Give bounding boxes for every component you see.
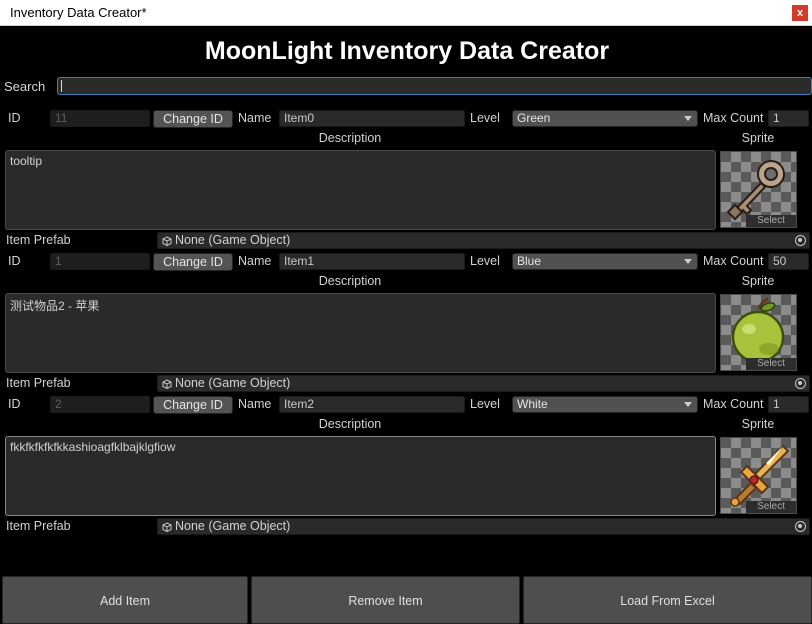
sprite-select-button[interactable]: Select <box>746 358 796 370</box>
item-prefab-field[interactable]: None (Game Object) <box>157 232 810 249</box>
max-count-label: Max Count <box>703 254 764 268</box>
level-dropdown[interactable]: Green <box>512 110 698 127</box>
level-value: Green <box>517 111 551 125</box>
level-dropdown[interactable]: Blue <box>512 253 698 270</box>
load-from-excel-button[interactable]: Load From Excel <box>523 576 812 624</box>
item-prefab-value: None (Game Object) <box>175 519 291 533</box>
item-prefab-field[interactable]: None (Game Object) <box>157 375 810 392</box>
level-label: Level <box>470 111 500 125</box>
level-label: Level <box>470 254 500 268</box>
title-bar: Inventory Data Creator* x <box>0 0 812 26</box>
sprite-select-button[interactable]: Select <box>746 501 796 513</box>
chevron-down-icon <box>684 402 692 407</box>
description-heading: Description <box>318 417 382 431</box>
description-textarea[interactable]: fkkfkfkfkfkkashioagfklbajklgfiow <box>5 436 716 516</box>
sprite-slot[interactable]: Select <box>720 437 797 514</box>
id-label: ID <box>8 397 21 411</box>
name-label: Name <box>238 397 272 411</box>
cube-icon <box>162 236 172 246</box>
id-label: ID <box>8 254 21 268</box>
max-count-label: Max Count <box>703 111 764 125</box>
level-dropdown[interactable]: White <box>512 396 698 413</box>
sprite-slot[interactable]: Select <box>720 294 797 371</box>
sprite-heading: Sprite <box>741 417 775 431</box>
object-picker-icon[interactable] <box>795 521 806 532</box>
description-heading: Description <box>318 274 382 288</box>
close-button[interactable]: x <box>792 5 808 21</box>
cube-icon <box>162 379 172 389</box>
level-label: Level <box>470 397 500 411</box>
max-count-field[interactable]: 1 <box>768 110 809 127</box>
id-field: 1 <box>50 253 150 270</box>
description-heading: Description <box>318 131 382 145</box>
sprite-select-button[interactable]: Select <box>746 215 796 227</box>
sprite-heading: Sprite <box>741 131 775 145</box>
name-field[interactable]: Item2 <box>279 396 465 413</box>
change-id-button[interactable]: Change ID <box>153 253 233 271</box>
item-entry: ID 1 Change ID Name Item1 Level Blue Max… <box>2 251 812 394</box>
level-value: Blue <box>517 254 542 268</box>
change-id-button[interactable]: Change ID <box>153 396 233 414</box>
chevron-down-icon <box>684 116 692 121</box>
search-input[interactable] <box>57 77 812 95</box>
item-prefab-label: Item Prefab <box>6 233 71 247</box>
name-field[interactable]: Item1 <box>279 253 465 270</box>
max-count-field[interactable]: 50 <box>768 253 809 270</box>
item-prefab-label: Item Prefab <box>6 376 71 390</box>
item-prefab-field[interactable]: None (Game Object) <box>157 518 810 535</box>
page-title: MoonLight Inventory Data Creator <box>204 37 610 65</box>
change-id-button[interactable]: Change ID <box>153 110 233 128</box>
item-entry: ID 2 Change ID Name Item2 Level White Ma… <box>2 394 812 537</box>
text-caret <box>61 80 62 92</box>
remove-item-button[interactable]: Remove Item <box>251 576 520 624</box>
name-label: Name <box>238 111 272 125</box>
chevron-down-icon <box>684 259 692 264</box>
name-label: Name <box>238 254 272 268</box>
level-value: White <box>517 397 548 411</box>
item-entry: ID 11 Change ID Name Item0 Level Green M… <box>2 108 812 251</box>
description-textarea[interactable]: tooltip <box>5 150 716 230</box>
object-picker-icon[interactable] <box>795 235 806 246</box>
item-prefab-value: None (Game Object) <box>175 376 291 390</box>
footer-toolbar: Add Item Remove Item Load From Excel <box>2 576 812 624</box>
search-label: Search <box>4 79 46 94</box>
object-picker-icon[interactable] <box>795 378 806 389</box>
window-title: Inventory Data Creator* <box>10 5 147 20</box>
id-field: 11 <box>50 110 150 127</box>
app-panel: MoonLight Inventory Data Creator Search … <box>2 27 812 624</box>
description-textarea[interactable]: 测试物品2 - 苹果 <box>5 293 716 373</box>
add-item-button[interactable]: Add Item <box>2 576 248 624</box>
id-field: 2 <box>50 396 150 413</box>
sprite-heading: Sprite <box>741 274 775 288</box>
max-count-label: Max Count <box>703 397 764 411</box>
item-prefab-value: None (Game Object) <box>175 233 291 247</box>
sprite-slot[interactable]: Select <box>720 151 797 228</box>
id-label: ID <box>8 111 21 125</box>
max-count-field[interactable]: 1 <box>768 396 809 413</box>
item-prefab-label: Item Prefab <box>6 519 71 533</box>
cube-icon <box>162 522 172 532</box>
name-field[interactable]: Item0 <box>279 110 465 127</box>
